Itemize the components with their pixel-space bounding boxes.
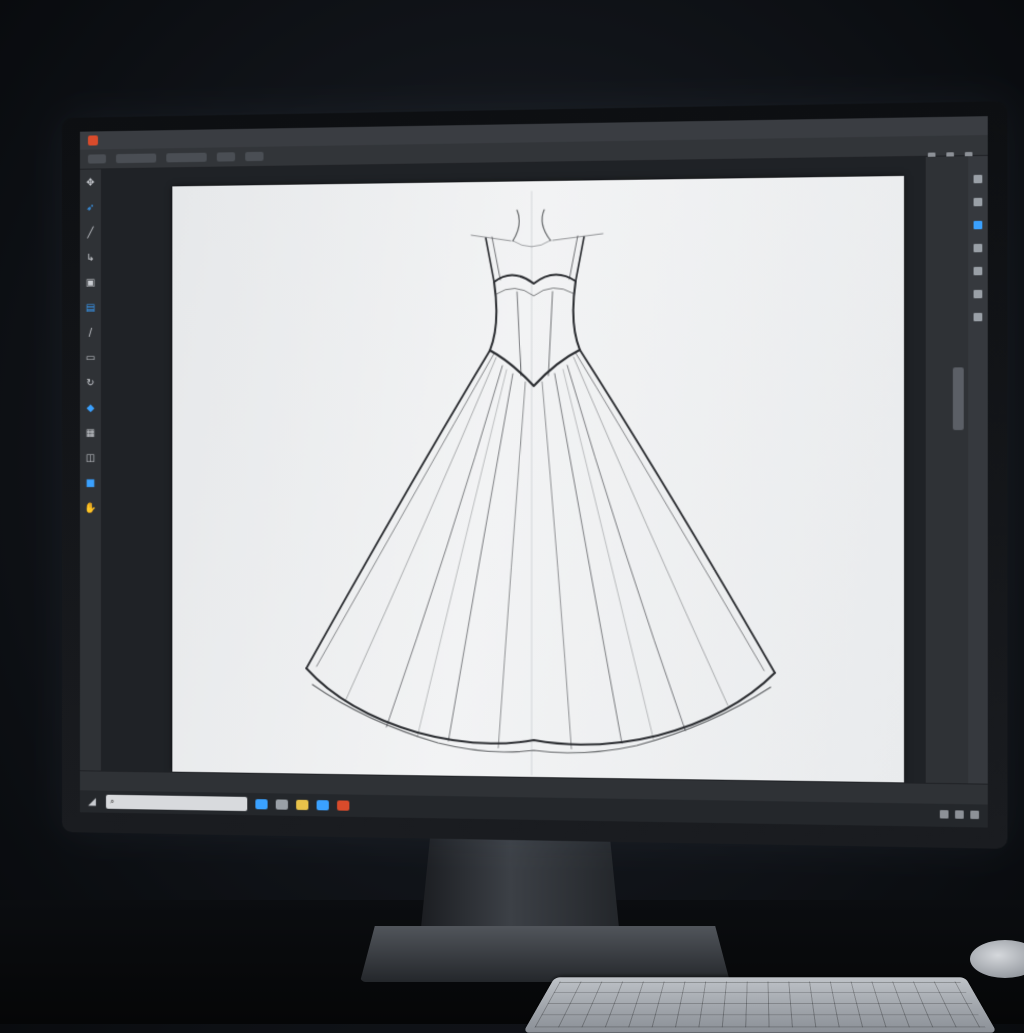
bucket-icon[interactable]: ◆ bbox=[84, 403, 96, 415]
move-icon[interactable]: ✥ bbox=[84, 177, 96, 189]
eraser-icon[interactable]: ▤ bbox=[84, 303, 96, 315]
shape-icon[interactable]: ▭ bbox=[84, 353, 96, 365]
hand-icon[interactable]: ✋ bbox=[84, 503, 96, 515]
document-canvas[interactable] bbox=[172, 175, 905, 783]
canvas-area[interactable] bbox=[101, 156, 926, 783]
stamp-icon[interactable]: ▦ bbox=[84, 428, 96, 440]
dress-sketch bbox=[172, 176, 904, 782]
history-panel-icon[interactable] bbox=[973, 266, 983, 276]
properties-panel-icon[interactable] bbox=[973, 312, 983, 322]
vertical-scrollbar[interactable] bbox=[952, 367, 964, 431]
brush-panel-icon[interactable] bbox=[973, 243, 983, 253]
monitor-stand-base bbox=[360, 926, 730, 982]
frame-icon[interactable]: ◫ bbox=[84, 453, 96, 465]
lasso-icon[interactable]: ↳ bbox=[84, 253, 96, 265]
app-taskbar-icon[interactable] bbox=[337, 800, 350, 811]
keyboard bbox=[522, 977, 998, 1033]
tool-preset-picker[interactable] bbox=[87, 154, 106, 164]
color-icon[interactable]: ■ bbox=[84, 478, 96, 490]
system-tray bbox=[939, 810, 980, 820]
panel-icon-strip bbox=[968, 155, 988, 784]
brush-icon[interactable]: ➶ bbox=[84, 203, 96, 215]
layers-panel-icon[interactable] bbox=[973, 174, 983, 184]
photo-taskbar-icon[interactable] bbox=[275, 799, 288, 810]
folder-taskbar-icon[interactable] bbox=[296, 799, 309, 811]
line-icon[interactable]: / bbox=[84, 328, 96, 340]
opacity-field[interactable] bbox=[166, 152, 207, 163]
cloud-panel-icon[interactable] bbox=[973, 197, 983, 207]
taskbar-search-input[interactable]: ⌕ bbox=[105, 794, 248, 812]
smoothing-toggle[interactable] bbox=[245, 151, 264, 162]
pen-icon[interactable]: ╱ bbox=[84, 228, 96, 240]
screen: ✥ ➶ ╱ ↳ ▣ ▤ / ▭ ↻ ◆ ▦ ◫ ■ ✋ ◢ ⌕ bbox=[79, 116, 988, 828]
sketch-strokes bbox=[306, 188, 774, 778]
volume-icon[interactable] bbox=[955, 810, 964, 819]
flow-field[interactable] bbox=[216, 152, 236, 162]
cloud-taskbar-icon[interactable] bbox=[255, 799, 268, 810]
start-icon[interactable]: ◢ bbox=[86, 795, 98, 807]
network-icon[interactable] bbox=[939, 810, 949, 819]
search-icon: ⌕ bbox=[109, 796, 115, 806]
tools-panel: ✥ ➶ ╱ ↳ ▣ ▤ / ▭ ↻ ◆ ▦ ◫ ■ ✋ bbox=[79, 169, 102, 791]
mail-taskbar-icon[interactable] bbox=[316, 800, 329, 811]
rotate-icon[interactable]: ↻ bbox=[84, 378, 96, 390]
scene: ✥ ➶ ╱ ↳ ▣ ▤ / ▭ ↻ ◆ ▦ ◫ ■ ✋ ◢ ⌕ bbox=[0, 0, 1024, 1033]
color-panel-icon[interactable] bbox=[973, 220, 983, 230]
brush-size-field[interactable] bbox=[116, 153, 157, 164]
layer-icon[interactable]: ▣ bbox=[84, 278, 96, 290]
adjust-panel-icon[interactable] bbox=[973, 289, 983, 299]
monitor: ✥ ➶ ╱ ↳ ▣ ▤ / ▭ ↻ ◆ ▦ ◫ ■ ✋ ◢ ⌕ bbox=[62, 101, 1008, 849]
app-logo-icon[interactable] bbox=[87, 135, 98, 146]
battery-icon[interactable] bbox=[970, 810, 980, 820]
